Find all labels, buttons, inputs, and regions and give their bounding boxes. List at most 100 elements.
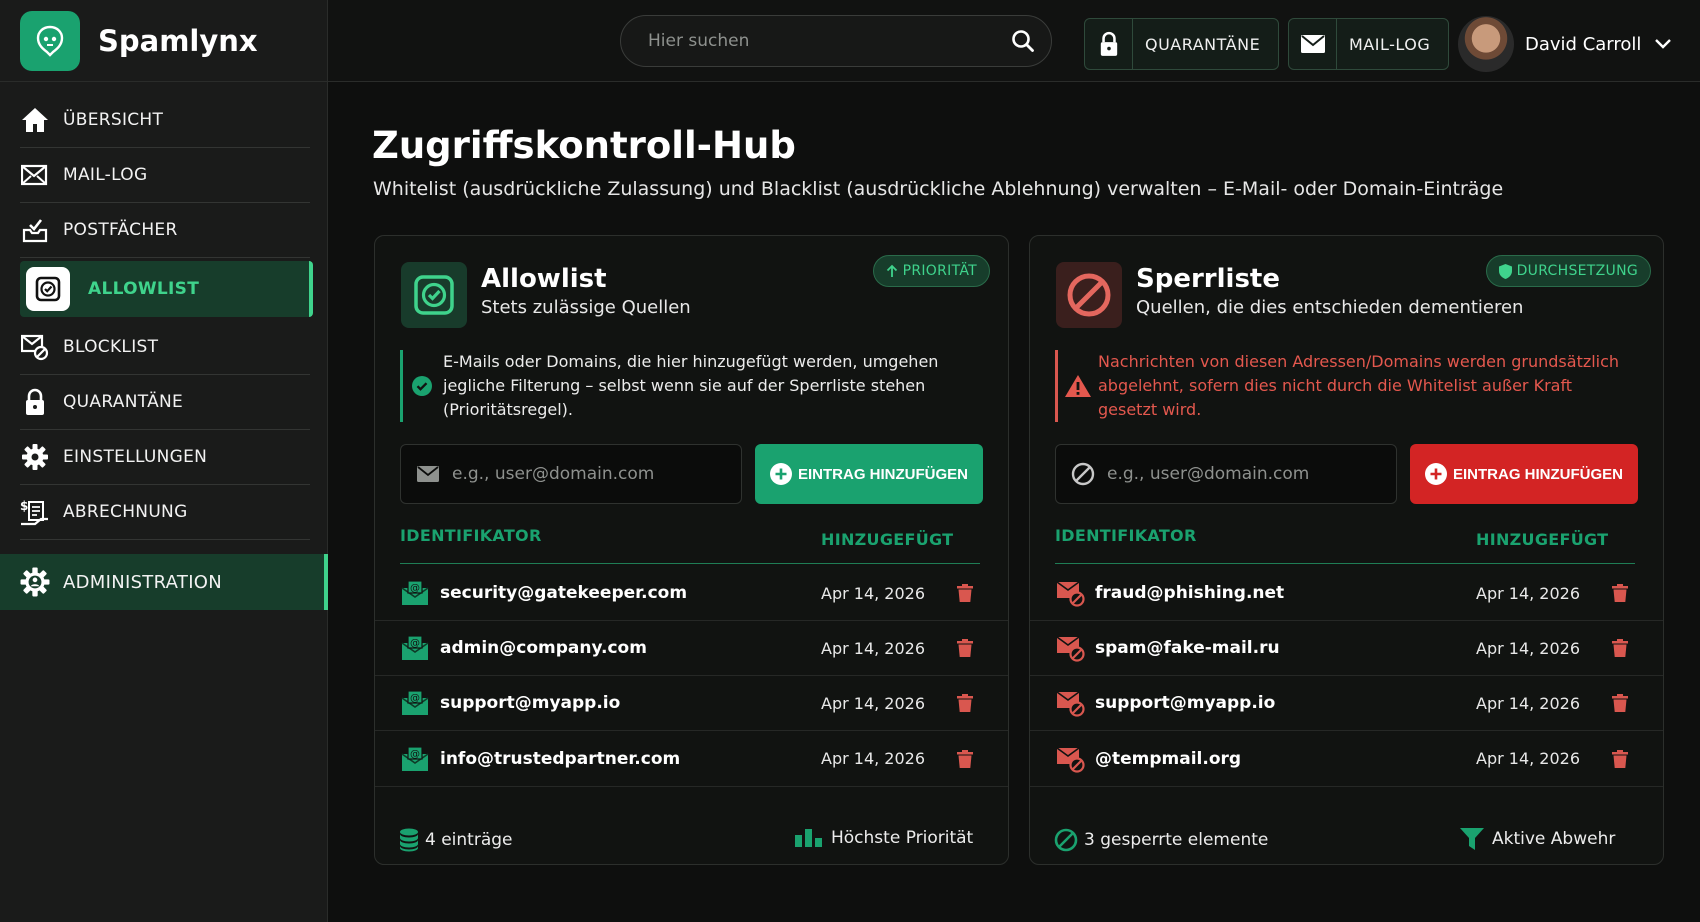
blocklist-subtitle: Quellen, die dies entschieden dementiere…: [1136, 297, 1524, 318]
trash-icon[interactable]: [957, 694, 973, 712]
allowlist-status: Höchste Priorität: [795, 828, 973, 848]
ban-icon: [1071, 462, 1095, 486]
quarantine-button[interactable]: QUARANTÄNE: [1084, 18, 1280, 70]
mail-block-icon: [1056, 689, 1086, 717]
sidebar-item-quarantine[interactable]: QUARANTÄNE: [20, 375, 310, 430]
allowlist-subtitle: Stets zulässige Quellen: [481, 297, 691, 318]
search-input[interactable]: [648, 31, 1011, 51]
lock-icon: [20, 387, 50, 417]
bar-chart-icon: [795, 829, 822, 847]
column-header-identifier: IDENTIFIKATOR: [1055, 526, 1197, 545]
sidebar-item-administration[interactable]: ADMINISTRATION: [0, 554, 328, 610]
allowlist-count-text: 4 einträge: [425, 830, 513, 850]
sidebar-item-overview[interactable]: ÜBERSICHT: [20, 93, 310, 148]
allowlist-notice: E-Mails oder Domains, die hier hinzugefü…: [400, 350, 970, 422]
row-date: Apr 14, 2026: [821, 583, 926, 603]
sidebar-item-inboxes[interactable]: POSTFÄCHER: [20, 203, 310, 258]
filter-icon: [1460, 828, 1484, 850]
allowlist-footer: 4 einträge Höchste Priorität: [375, 806, 1008, 866]
trash-icon[interactable]: [1612, 584, 1628, 602]
sidebar-item-blocklist[interactable]: BLOCKLIST: [20, 320, 310, 375]
sidebar-item-allowlist[interactable]: ALLOWLIST: [20, 261, 313, 317]
shield-icon: [1498, 263, 1512, 279]
row-date: Apr 14, 2026: [1476, 638, 1581, 658]
mail-at-icon: @: [401, 580, 429, 606]
table-row: @ info@trustedpartner.com Apr 14, 2026: [375, 731, 1008, 787]
blocklist-add-button[interactable]: EINTRAG HINZUFÜGEN: [1410, 444, 1638, 504]
blocklist-status: Aktive Abwehr: [1460, 828, 1615, 850]
blocklist-card: Sperrliste Quellen, die dies entschieden…: [1029, 235, 1664, 865]
row-date: Apr 14, 2026: [821, 693, 926, 713]
row-date: Apr 14, 2026: [821, 638, 926, 658]
trash-icon[interactable]: [1612, 639, 1628, 657]
row-email: fraud@phishing.net: [1095, 583, 1285, 603]
blocklist-footer: 3 gesperrte elemente Aktive Abwehr: [1030, 806, 1663, 866]
sidebar-item-billing[interactable]: $ ABRECHNUNG: [20, 485, 310, 540]
trash-icon[interactable]: [957, 639, 973, 657]
sidebar-item-label: POSTFÄCHER: [63, 220, 178, 240]
sidebar-item-mail-log[interactable]: MAIL-LOG: [20, 148, 310, 203]
brand[interactable]: Spamlynx: [0, 0, 327, 82]
envelope-icon: [416, 465, 440, 483]
allowlist-notice-text: E-Mails oder Domains, die hier hinzugefü…: [443, 352, 939, 419]
lock-icon: [1085, 19, 1133, 69]
column-header-identifier: IDENTIFIKATOR: [400, 526, 542, 545]
blocklist-entry-field[interactable]: [1055, 444, 1397, 504]
blocklist-notice-text: Nachrichten von diesen Adressen/Domains …: [1098, 352, 1620, 419]
search-box[interactable]: [620, 15, 1052, 67]
mail-block-icon: [1056, 579, 1086, 607]
allowlist-rows: @ security@gatekeeper.com Apr 14, 2026 @…: [375, 566, 1008, 787]
sidebar-item-label: ADMINISTRATION: [63, 571, 223, 593]
search-icon[interactable]: [1011, 29, 1035, 53]
trash-icon[interactable]: [1612, 749, 1628, 768]
allowlist-card: Allowlist Stets zulässige Quellen PRIORI…: [374, 235, 1009, 865]
enforcement-badge: DURCHSETZUNG: [1485, 255, 1651, 287]
allowlist-add-button[interactable]: EINTRAG HINZUFÜGEN: [755, 444, 983, 504]
sidebar-item-label: EINSTELLUNGEN: [63, 447, 208, 467]
warning-icon: [1064, 374, 1092, 398]
blocklist-add-label: EINTRAG HINZUFÜGEN: [1453, 465, 1623, 483]
home-icon: [20, 105, 50, 135]
table-row: @ security@gatekeeper.com Apr 14, 2026: [375, 566, 1008, 621]
gear-icon: [20, 442, 50, 472]
mail-log-button[interactable]: MAIL-LOG: [1288, 18, 1450, 70]
arrow-up-icon: [886, 264, 897, 277]
row-date: Apr 14, 2026: [1476, 749, 1581, 768]
ban-icon: [1056, 262, 1122, 328]
allowlist-status-text: Höchste Priorität: [831, 828, 974, 848]
allowlist-entry-input[interactable]: [452, 464, 741, 484]
row-email: support@myapp.io: [440, 693, 621, 713]
mail-block-icon: [1056, 745, 1086, 773]
priority-badge: PRIORITÄT: [872, 255, 990, 287]
blocklist-status-text: Aktive Abwehr: [1492, 829, 1616, 849]
allowlist-entry-field[interactable]: [400, 444, 742, 504]
table-row: support@myapp.io Apr 14, 2026: [1030, 676, 1663, 731]
user-menu[interactable]: David Carroll: [1458, 16, 1672, 72]
blocklist-entry-input[interactable]: [1107, 464, 1396, 484]
plus-circle-icon: [1425, 463, 1447, 485]
plus-circle-icon: [770, 463, 792, 485]
enforcement-badge-label: DURCHSETZUNG: [1516, 263, 1638, 279]
trash-icon[interactable]: [957, 584, 973, 602]
row-date: Apr 14, 2026: [821, 749, 926, 768]
priority-badge-label: PRIORITÄT: [902, 263, 977, 279]
svg-text:$: $: [20, 499, 29, 513]
sidebar-item-label: ABRECHNUNG: [63, 502, 188, 522]
allowlist-count: 4 einträge: [399, 828, 513, 852]
database-icon: [400, 828, 418, 852]
quarantine-button-label: QUARANTÄNE: [1145, 34, 1261, 54]
sidebar-item-label: ALLOWLIST: [88, 279, 200, 299]
sidebar-item-settings[interactable]: EINSTELLUNGEN: [20, 430, 310, 485]
sidebar-nav: ÜBERSICHT MAIL-LOG POSTFÄCHER ALLOWLIST …: [0, 93, 328, 610]
row-email: spam@fake-mail.ru: [1095, 638, 1280, 658]
sidebar-item-label: BLOCKLIST: [63, 337, 159, 357]
row-email: admin@company.com: [440, 638, 647, 658]
column-header-added: HINZUGEFÜGT: [1476, 530, 1609, 549]
admin-gear-icon: [20, 567, 50, 597]
mail-block-icon: [1056, 634, 1086, 662]
page-subtitle: Whitelist (ausdrückliche Zulassung) und …: [373, 178, 1504, 200]
trash-icon[interactable]: [957, 749, 973, 768]
trash-icon[interactable]: [1612, 694, 1628, 712]
table-row: fraud@phishing.net Apr 14, 2026: [1030, 566, 1663, 621]
mail-at-icon: @: [401, 745, 429, 772]
